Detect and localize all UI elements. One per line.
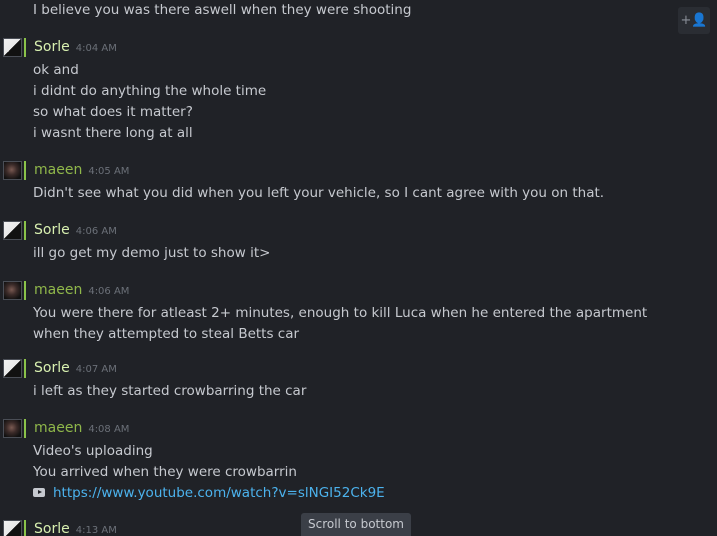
author-name[interactable]: Sorle 4:06 AM: [34, 221, 117, 241]
message-line: I believe you was there aswell when they…: [33, 2, 412, 18]
avatar[interactable]: [3, 281, 22, 300]
timestamp: 4:06 AM: [88, 286, 130, 297]
status-indicator: [24, 38, 26, 57]
youtube-link[interactable]: https://www.youtube.com/watch?v=slNGI52C…: [53, 485, 385, 501]
youtube-icon: [33, 488, 45, 497]
message-line: ill go get my demo just to show it>: [33, 245, 271, 261]
timestamp: 4:06 AM: [75, 226, 117, 237]
message-line: ok and: [33, 62, 79, 78]
message-line: Video's uploading: [33, 443, 153, 459]
author-name[interactable]: maeen 4:08 AM: [34, 419, 129, 439]
author-name[interactable]: Sorle 4:13 AM: [34, 520, 117, 536]
timestamp: 4:05 AM: [88, 166, 130, 177]
avatar[interactable]: [3, 419, 22, 438]
avatar[interactable]: [3, 221, 22, 240]
status-indicator: [24, 359, 26, 378]
status-indicator: [24, 281, 26, 300]
timestamp: 4:13 AM: [75, 525, 117, 536]
status-indicator: [24, 419, 26, 438]
avatar[interactable]: [3, 359, 22, 378]
message-line: You were there for atleast 2+ minutes, e…: [33, 305, 648, 342]
message-line: You arrived when they were crowbarrin: [33, 464, 297, 480]
add-friend-button[interactable]: +👤: [678, 7, 710, 34]
message-line: i wasnt there long at all: [33, 125, 193, 141]
author-name[interactable]: Sorle 4:07 AM: [34, 359, 117, 379]
message-line: i didnt do anything the whole time: [33, 83, 267, 99]
status-indicator: [24, 161, 26, 180]
scroll-to-bottom-button[interactable]: Scroll to bottom: [301, 513, 411, 536]
status-indicator: [24, 221, 26, 240]
avatar[interactable]: [3, 38, 22, 57]
status-indicator: [24, 520, 26, 536]
add-user-icon: +👤: [680, 13, 708, 28]
timestamp: 4:07 AM: [75, 364, 117, 375]
timestamp: 4:08 AM: [88, 424, 130, 435]
message-line: i left as they started crowbarring the c…: [33, 383, 307, 399]
chat-log: I believe you was there aswell when they…: [0, 0, 717, 536]
timestamp: 4:04 AM: [75, 43, 117, 54]
author-name[interactable]: maeen 4:05 AM: [34, 161, 129, 181]
message-line: so what does it matter?: [33, 104, 193, 120]
message-line: Didn't see what you did when you left yo…: [33, 185, 605, 201]
avatar[interactable]: [3, 161, 22, 180]
author-name[interactable]: maeen 4:06 AM: [34, 281, 129, 301]
link-row: https://www.youtube.com/watch?v=slNGI52C…: [33, 483, 385, 504]
avatar[interactable]: [3, 520, 22, 536]
author-name[interactable]: Sorle 4:04 AM: [34, 38, 117, 58]
